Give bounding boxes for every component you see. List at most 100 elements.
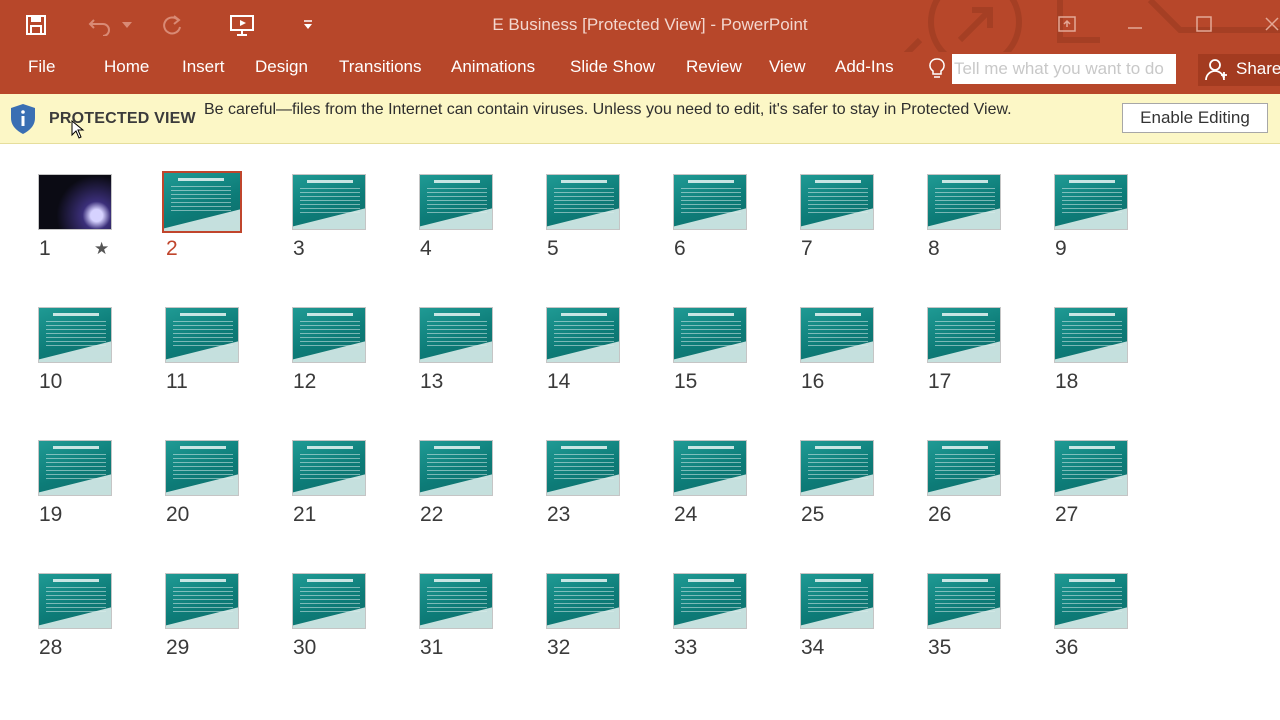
slide-text-lines — [808, 188, 868, 214]
slide-text-lines — [808, 454, 868, 480]
slide-thumbnail[interactable] — [800, 307, 874, 363]
slide-title-placeholder — [1069, 180, 1115, 183]
slide-thumbnail[interactable] — [419, 440, 493, 496]
slide-text-lines — [300, 587, 360, 613]
slide-thumbnail[interactable] — [38, 307, 112, 363]
slide-text-lines — [935, 454, 995, 480]
slide-title-placeholder — [53, 579, 99, 582]
slide-thumbnail[interactable] — [292, 174, 366, 230]
slide-text-lines — [1062, 188, 1122, 214]
slide-thumbnail[interactable] — [165, 573, 239, 629]
slide-thumbnail[interactable] — [419, 174, 493, 230]
tab-view[interactable]: View — [769, 52, 806, 94]
protected-view-bar: PROTECTED VIEW Be careful—files from the… — [0, 94, 1280, 144]
slide-thumbnail[interactable] — [927, 174, 1001, 230]
slide-number: 27 — [1055, 503, 1079, 526]
tab-add-ins[interactable]: Add-Ins — [835, 52, 894, 94]
slide-text-lines — [300, 321, 360, 347]
tab-home[interactable]: Home — [104, 52, 149, 94]
slide-title-placeholder — [688, 579, 734, 582]
slide-title-placeholder — [561, 313, 607, 316]
slide-thumbnail[interactable] — [292, 573, 366, 629]
slide-title-placeholder — [307, 313, 353, 316]
slide-number: 3 — [293, 237, 305, 260]
slide-thumbnail[interactable] — [292, 307, 366, 363]
maximize-button[interactable] — [1184, 6, 1224, 42]
slide-text-lines — [935, 321, 995, 347]
slide-thumbnail[interactable] — [165, 440, 239, 496]
slide-thumbnail[interactable] — [1054, 307, 1128, 363]
slide-title-placeholder — [434, 313, 480, 316]
slide-number: 9 — [1055, 237, 1067, 260]
slide-thumbnail[interactable] — [927, 440, 1001, 496]
slide-title-placeholder — [942, 313, 988, 316]
slide-thumbnail[interactable] — [1054, 174, 1128, 230]
tab-insert[interactable]: Insert — [182, 52, 225, 94]
tab-slide-show[interactable]: Slide Show — [570, 52, 655, 94]
slide-thumbnail[interactable] — [38, 440, 112, 496]
slide-title-placeholder — [942, 446, 988, 449]
slide-number: 13 — [420, 370, 444, 393]
slide-thumbnail[interactable] — [673, 307, 747, 363]
slide-number: 30 — [293, 636, 317, 659]
slide-thumbnail[interactable] — [927, 573, 1001, 629]
tab-transitions[interactable]: Transitions — [339, 52, 422, 94]
slide-number: 16 — [801, 370, 825, 393]
slide-title-placeholder — [815, 180, 861, 183]
slide-title-placeholder — [180, 579, 226, 582]
slide-text-lines — [554, 587, 614, 613]
share-button[interactable]: Share — [1198, 54, 1280, 86]
slide-thumbnail[interactable] — [419, 307, 493, 363]
slide-thumbnail[interactable] — [38, 174, 112, 230]
slide-thumbnail[interactable] — [1054, 573, 1128, 629]
slide-text-lines — [46, 321, 106, 347]
tab-review[interactable]: Review — [686, 52, 742, 94]
slide-thumbnail[interactable] — [673, 174, 747, 230]
slide-number: 19 — [39, 503, 63, 526]
slide-text-lines — [808, 587, 868, 613]
slide-thumbnail[interactable] — [673, 440, 747, 496]
tab-design[interactable]: Design — [255, 52, 308, 94]
tab-file[interactable]: File — [28, 52, 55, 94]
slide-text-lines — [554, 454, 614, 480]
slide-text-lines — [1062, 454, 1122, 480]
slide-text-lines — [300, 188, 360, 214]
maximize-icon — [1196, 16, 1212, 32]
slide-thumbnail[interactable] — [546, 573, 620, 629]
ribbon-display-options-button[interactable] — [1047, 6, 1087, 42]
slide-text-lines — [173, 587, 233, 613]
slide-thumbnail[interactable] — [546, 174, 620, 230]
tell-me-search-input[interactable]: Tell me what you want to do — [952, 54, 1176, 84]
slide-thumbnail[interactable] — [800, 573, 874, 629]
slide-number: 34 — [801, 636, 825, 659]
slide-text-lines — [554, 321, 614, 347]
close-icon — [1265, 17, 1279, 31]
slide-thumbnail[interactable] — [162, 171, 242, 233]
slide-thumbnail[interactable] — [546, 307, 620, 363]
slide-text-lines — [427, 454, 487, 480]
slide-thumbnail[interactable] — [419, 573, 493, 629]
slide-title-placeholder — [1069, 313, 1115, 316]
slide-text-lines — [427, 321, 487, 347]
slide-thumbnail[interactable] — [165, 307, 239, 363]
slide-number: 1 — [39, 237, 51, 260]
slide-number: 5 — [547, 237, 559, 260]
slide-thumbnail[interactable] — [38, 573, 112, 629]
slide-thumbnail[interactable] — [546, 440, 620, 496]
slide-thumbnail[interactable] — [800, 440, 874, 496]
minimize-button[interactable] — [1115, 6, 1155, 42]
lightbulb-icon — [928, 57, 946, 86]
slide-thumbnail[interactable] — [673, 573, 747, 629]
slide-thumbnail[interactable] — [292, 440, 366, 496]
slide-title-placeholder — [434, 180, 480, 183]
slide-thumbnail[interactable] — [927, 307, 1001, 363]
close-button[interactable] — [1252, 6, 1280, 42]
slide-wave-decoration — [164, 208, 240, 231]
slide-title-placeholder — [180, 446, 226, 449]
slide-number: 26 — [928, 503, 952, 526]
slide-thumbnail[interactable] — [800, 174, 874, 230]
slide-thumbnail[interactable] — [1054, 440, 1128, 496]
tab-animations[interactable]: Animations — [451, 52, 535, 94]
enable-editing-button[interactable]: Enable Editing — [1122, 103, 1268, 133]
slide-title-placeholder — [942, 180, 988, 183]
